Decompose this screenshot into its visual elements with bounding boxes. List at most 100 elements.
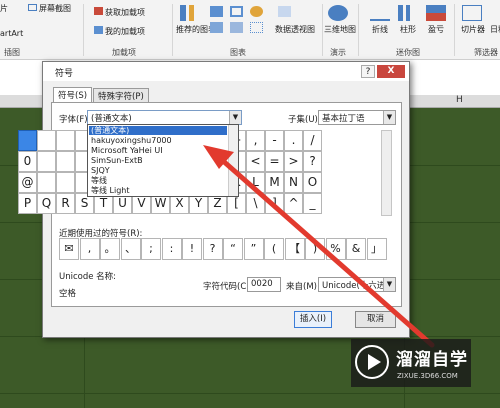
symbol-cell[interactable]: - bbox=[265, 130, 284, 151]
symbol-cell[interactable]: P bbox=[18, 193, 37, 214]
group-tours: 演示 bbox=[330, 48, 346, 57]
symbol-cell[interactable] bbox=[37, 151, 56, 172]
symbol-cell[interactable]: 0 bbox=[18, 151, 37, 172]
font-select[interactable]: (普通文本) ▼ bbox=[87, 110, 242, 125]
tab-special-characters[interactable]: 特殊字符(P) bbox=[93, 88, 149, 102]
unicode-name-value: 空格 bbox=[59, 289, 77, 299]
symbol-cell[interactable]: < bbox=[246, 151, 265, 172]
recent-symbol-cell[interactable]: % bbox=[325, 238, 346, 260]
font-option[interactable]: 等线 Light bbox=[89, 186, 227, 195]
recent-symbol-cell[interactable]: ( bbox=[264, 238, 284, 260]
group-illustrations: 插图 bbox=[4, 48, 20, 57]
my-addins-label: 我的加载项 bbox=[105, 27, 145, 36]
area-chart-icon[interactable] bbox=[230, 22, 243, 33]
symbol-cell[interactable]: ^ bbox=[284, 193, 303, 214]
recent-symbol-cell[interactable]: 。 bbox=[100, 238, 120, 260]
sparkline-line-button[interactable]: 折线 bbox=[368, 24, 392, 35]
sparkline-winloss-button[interactable]: 盈亏 bbox=[424, 24, 448, 35]
chevron-down-icon[interactable]: ▼ bbox=[383, 111, 395, 124]
recent-symbol-cell[interactable]: “ bbox=[223, 238, 243, 260]
ribbon: 片 屏幕截图 artArt 插图 获取加载项 我的加载项 加载项 推荐的图表 数… bbox=[0, 0, 500, 60]
screenshot-button[interactable]: 屏幕截图 bbox=[28, 3, 71, 14]
insert-button[interactable]: 插入(I) bbox=[294, 311, 332, 328]
3d-map-button[interactable]: 三维地图 bbox=[324, 24, 356, 35]
symbol-cell[interactable]: > bbox=[284, 151, 303, 172]
timeline-button[interactable]: 日程表 bbox=[490, 24, 500, 35]
unicode-name-label: Unicode 名称: bbox=[59, 272, 117, 282]
font-select-value: (普通文本) bbox=[91, 114, 132, 124]
ribbon-partial-image[interactable]: 片 bbox=[0, 3, 8, 14]
symbol-cell[interactable]: . bbox=[284, 130, 303, 151]
symbol-cell[interactable]: _ bbox=[303, 193, 322, 214]
subset-select[interactable]: 基本拉丁语 ▼ bbox=[318, 110, 396, 125]
recent-symbol-cell[interactable]: , bbox=[79, 238, 100, 260]
symbol-grid-scrollbar[interactable] bbox=[381, 130, 392, 216]
symbol-cell[interactable] bbox=[56, 130, 75, 151]
symbol-cell[interactable]: @ bbox=[18, 172, 37, 193]
column-header-h[interactable]: H bbox=[456, 95, 463, 105]
close-button[interactable]: X bbox=[377, 65, 405, 78]
font-option[interactable]: SimSun-ExtB bbox=[89, 156, 227, 165]
symbol-cell[interactable]: Q bbox=[37, 193, 56, 214]
symbol-cell[interactable] bbox=[37, 130, 56, 151]
chevron-down-icon[interactable]: ▼ bbox=[383, 278, 395, 291]
symbol-cell[interactable]: / bbox=[303, 130, 322, 151]
recent-symbol-cell[interactable]: 」 bbox=[366, 238, 387, 260]
tab-symbols[interactable]: 符号(S) bbox=[53, 87, 93, 102]
chevron-down-icon[interactable]: ▼ bbox=[229, 111, 241, 124]
dialog-titlebar[interactable]: 符号 ? X bbox=[43, 62, 409, 81]
symbol-cell[interactable]: ] bbox=[265, 193, 284, 214]
symbol-cell[interactable] bbox=[56, 172, 75, 193]
pivot-chart-button[interactable]: 数据透视图 bbox=[272, 24, 318, 35]
symbol-cell[interactable]: O bbox=[303, 172, 322, 193]
help-button[interactable]: ? bbox=[361, 65, 375, 78]
font-option[interactable]: SJQY bbox=[89, 166, 227, 175]
recent-symbol-cell[interactable]: & bbox=[346, 238, 366, 260]
symbol-cell[interactable] bbox=[18, 130, 37, 151]
from-select[interactable]: Unicode(十六进 ▼ bbox=[318, 277, 396, 292]
get-addins-button[interactable]: 获取加载项 bbox=[94, 7, 145, 18]
symbol-cell[interactable]: R bbox=[56, 193, 75, 214]
font-option[interactable]: (普通文本) bbox=[89, 126, 227, 135]
column-chart-icon[interactable] bbox=[210, 6, 223, 17]
recent-symbol-cell[interactable]: ? bbox=[202, 238, 223, 260]
subset-label: 子集(U): bbox=[288, 115, 321, 125]
symbol-cell[interactable]: M bbox=[265, 172, 284, 193]
symbol-cell[interactable]: L bbox=[246, 172, 265, 193]
slicer-button[interactable]: 切片器 bbox=[456, 24, 490, 35]
watermark-brand: 溜溜自学 bbox=[396, 350, 468, 370]
get-addins-label: 获取加载项 bbox=[105, 8, 145, 17]
recent-symbol-cell[interactable]: : bbox=[161, 238, 182, 260]
group-sparklines: 迷你图 bbox=[396, 48, 420, 57]
sparkline-column-button[interactable]: 柱形 bbox=[396, 24, 420, 35]
symbol-cell[interactable] bbox=[37, 172, 56, 193]
font-option[interactable]: Microsoft YaHei UI bbox=[89, 146, 227, 155]
recent-symbol-cell[interactable]: ✉ bbox=[59, 238, 79, 260]
symbol-cell[interactable]: , bbox=[246, 130, 265, 151]
recent-symbol-cell[interactable]: ) bbox=[305, 238, 325, 260]
font-option[interactable]: 等线 bbox=[89, 176, 227, 185]
font-option[interactable]: hakuyoxingshu7000 bbox=[89, 136, 227, 145]
scatter-chart-icon[interactable] bbox=[250, 22, 263, 33]
recent-symbol-cell[interactable]: ! bbox=[182, 238, 202, 260]
recent-symbol-cell[interactable]: 、 bbox=[120, 238, 141, 260]
my-addins-button[interactable]: 我的加载项 bbox=[94, 26, 145, 37]
symbol-cell[interactable]: N bbox=[284, 172, 303, 193]
bar-chart-icon[interactable] bbox=[210, 22, 223, 33]
smartart-button[interactable]: artArt bbox=[0, 29, 23, 38]
pie-chart-icon[interactable] bbox=[250, 6, 263, 17]
dropdown-scrollbar[interactable] bbox=[228, 125, 238, 196]
subset-select-value: 基本拉丁语 bbox=[322, 114, 365, 124]
line-chart-icon[interactable] bbox=[230, 6, 243, 17]
symbol-cell[interactable]: = bbox=[265, 151, 284, 172]
symbol-cell[interactable] bbox=[56, 151, 75, 172]
char-code-input[interactable]: 0020 bbox=[247, 277, 281, 292]
watermark-url: ZIXUE.3D66.COM bbox=[397, 372, 458, 380]
cancel-button[interactable]: 取消 bbox=[355, 311, 396, 328]
symbol-cell[interactable]: ? bbox=[303, 151, 322, 172]
recent-symbol-cell[interactable]: ; bbox=[141, 238, 161, 260]
recent-symbol-cell[interactable]: 【 bbox=[284, 238, 305, 260]
symbol-cell[interactable]: \ bbox=[246, 193, 265, 214]
recommended-charts-button[interactable]: 推荐的图表 bbox=[176, 24, 216, 35]
recent-symbol-cell[interactable]: ” bbox=[243, 238, 264, 260]
